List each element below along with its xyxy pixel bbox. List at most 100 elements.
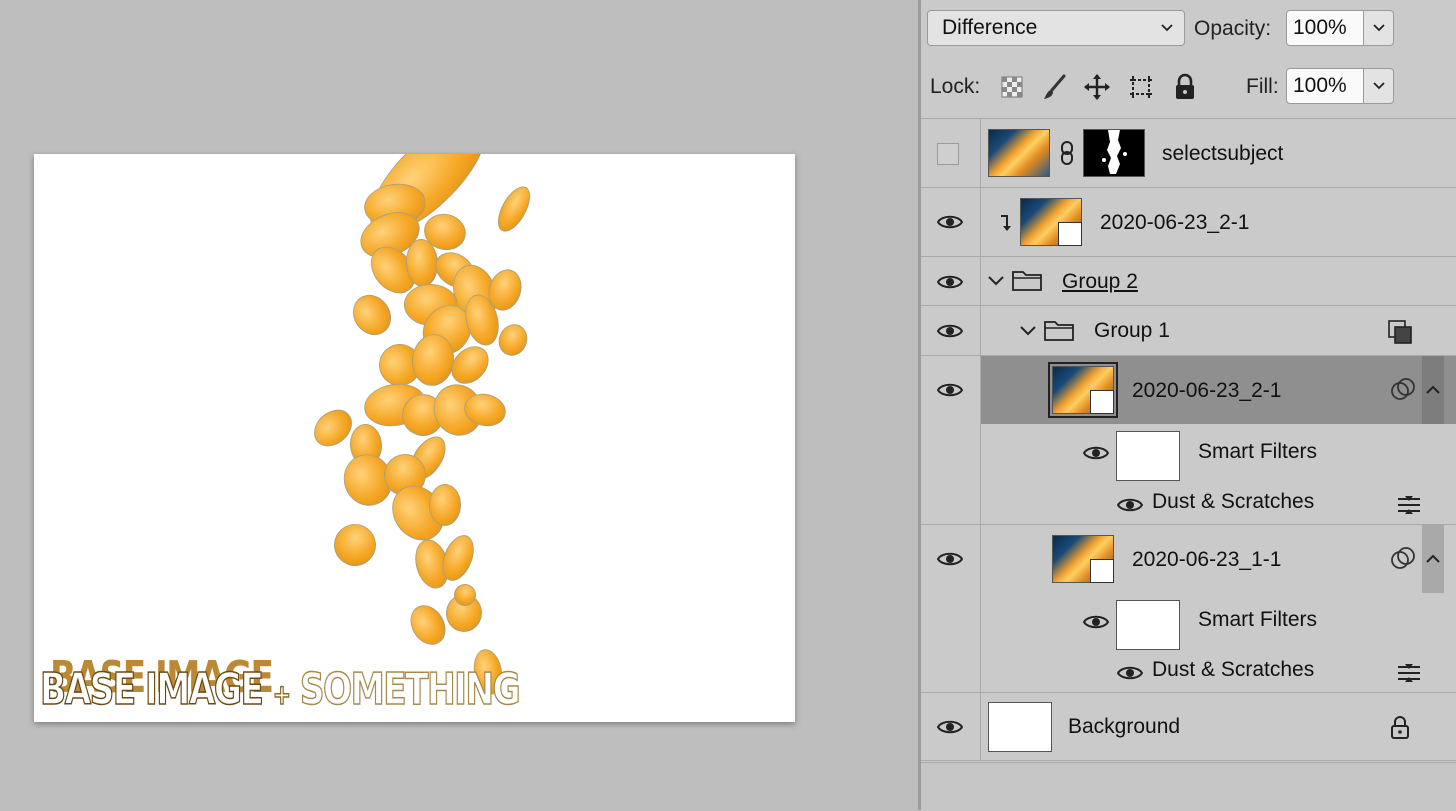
smart-filter-mask-thumbnail[interactable] xyxy=(1116,600,1180,650)
filter-options-icon[interactable] xyxy=(1396,492,1422,518)
chevron-down-icon xyxy=(1372,82,1385,90)
visibility-column xyxy=(921,306,981,355)
layer-name: Smart Filters xyxy=(1198,608,1318,631)
canvas-area[interactable]: BASE IMAGE BASE IMAGE + SOMETHING xyxy=(0,0,918,810)
eye-icon[interactable] xyxy=(937,381,963,399)
layer-row-2020-06-23-2-1-selected[interactable]: 2020-06-23_2-1 xyxy=(921,356,1456,424)
cornflake xyxy=(325,515,385,575)
eye-icon[interactable] xyxy=(1117,664,1143,682)
layers-panel-footer xyxy=(921,762,1456,811)
layer-thumbnail xyxy=(988,129,1050,177)
chevron-down-icon[interactable] xyxy=(1015,318,1041,344)
visibility-column xyxy=(921,356,981,424)
smart-object-icon xyxy=(1058,222,1082,246)
layer-thumbnail xyxy=(1020,198,1082,246)
layer-row-group-2[interactable]: Group 2 xyxy=(921,257,1456,306)
opacity-dropdown-button[interactable] xyxy=(1364,10,1394,46)
layer-row-selectsubject[interactable]: selectsubject xyxy=(921,119,1456,188)
layer-thumbnail xyxy=(988,702,1052,752)
document-canvas[interactable]: BASE IMAGE BASE IMAGE + SOMETHING xyxy=(34,154,795,722)
chevron-up-icon[interactable] xyxy=(1420,377,1446,403)
eye-icon[interactable] xyxy=(937,718,963,736)
layer-thumbnail xyxy=(1052,535,1114,583)
eye-icon[interactable] xyxy=(937,550,963,568)
filter-row-dust-scratches[interactable]: Dust & Scratches xyxy=(921,479,1456,525)
overlay-text-plus: + xyxy=(272,677,292,712)
lock-icon[interactable] xyxy=(1387,714,1413,740)
blend-if-icon xyxy=(1388,320,1412,344)
blend-mode-value: Difference xyxy=(942,16,1038,39)
smart-filter-icon xyxy=(1391,378,1415,400)
smart-filters-row[interactable]: Smart Filters xyxy=(921,424,1456,481)
lock-all-icon[interactable] xyxy=(1170,72,1200,102)
visibility-toggle-off[interactable] xyxy=(937,143,959,165)
layer-row-2020-06-23-2-1-clipped[interactable]: 2020-06-23_2-1 xyxy=(921,188,1456,257)
cornflake xyxy=(493,319,533,361)
layer-name: 2020-06-23_2-1 xyxy=(1100,211,1250,234)
cornflake xyxy=(403,598,453,652)
move-icon[interactable] xyxy=(1082,72,1112,102)
clipping-arrow-icon xyxy=(1001,215,1011,231)
opacity-field[interactable]: 100% xyxy=(1286,10,1364,46)
overlay-text-part2: SOMETHING xyxy=(299,663,521,716)
fill-label: Fill: xyxy=(1246,75,1279,98)
brush-icon[interactable] xyxy=(1040,72,1070,102)
layer-name: Dust & Scratches xyxy=(1152,490,1315,513)
blend-mode-select[interactable]: Difference xyxy=(927,10,1185,46)
eye-icon[interactable] xyxy=(1117,496,1143,514)
eye-icon[interactable] xyxy=(937,213,963,231)
chevron-down-icon[interactable] xyxy=(983,268,1009,294)
filter-options-icon[interactable] xyxy=(1396,660,1422,686)
layers-panel: Difference Opacity: 100% Lock: Fill: 100… xyxy=(921,0,1456,811)
visibility-column xyxy=(921,479,981,524)
chevron-down-icon xyxy=(1160,11,1174,58)
smart-filters-row[interactable]: Smart Filters xyxy=(921,593,1456,650)
cornflake xyxy=(345,287,399,343)
layer-mask-thumbnail[interactable] xyxy=(1083,129,1145,177)
layer-name: Group 1 xyxy=(1094,319,1170,342)
overlay-text-part1: BASE IMAGE xyxy=(39,663,264,716)
cornflake xyxy=(428,483,462,527)
layer-name: Dust & Scratches xyxy=(1152,658,1315,681)
lock-label: Lock: xyxy=(930,75,981,98)
smart-object-icon xyxy=(1090,559,1114,583)
eye-icon[interactable] xyxy=(1083,444,1109,462)
visibility-column xyxy=(921,647,981,692)
chevron-down-icon xyxy=(1372,24,1385,32)
layer-name: Smart Filters xyxy=(1198,440,1318,463)
visibility-column xyxy=(921,257,981,305)
folder-icon xyxy=(1044,321,1074,341)
visibility-column xyxy=(921,593,981,647)
visibility-column xyxy=(921,693,981,760)
eye-icon[interactable] xyxy=(1083,613,1109,631)
visibility-column xyxy=(921,119,981,187)
opacity-label: Opacity: xyxy=(1194,17,1272,40)
layer-name: Group 2 xyxy=(1062,270,1138,293)
layer-thumbnail-selected xyxy=(1048,362,1118,418)
layer-row-background[interactable]: Background xyxy=(921,693,1456,761)
fill-dropdown-button[interactable] xyxy=(1364,68,1394,104)
cornflake xyxy=(491,181,537,237)
eye-icon[interactable] xyxy=(937,273,963,291)
fill-field[interactable]: 100% xyxy=(1286,68,1364,104)
visibility-column xyxy=(921,525,981,593)
layers-panel-options: Difference Opacity: 100% Lock: Fill: 100… xyxy=(921,0,1456,119)
eye-icon[interactable] xyxy=(937,322,963,340)
smart-filter-icon xyxy=(1391,547,1415,569)
folder-icon xyxy=(1012,271,1042,291)
layer-row-2020-06-23-1-1[interactable]: 2020-06-23_1-1 xyxy=(921,525,1456,593)
smart-filter-mask-thumbnail[interactable] xyxy=(1116,431,1180,481)
lock-transparent-pixels-icon[interactable] xyxy=(997,72,1027,102)
overlay-text: BASE IMAGE + SOMETHING xyxy=(39,662,521,718)
chevron-up-icon[interactable] xyxy=(1420,546,1446,572)
layer-name: 2020-06-23_2-1 xyxy=(1132,379,1282,402)
filter-row-dust-scratches[interactable]: Dust & Scratches xyxy=(921,647,1456,693)
layer-row-group-1[interactable]: Group 1 xyxy=(921,306,1456,356)
layer-name: selectsubject xyxy=(1162,142,1284,165)
link-icon[interactable] xyxy=(1054,140,1080,166)
smart-object-icon xyxy=(1090,390,1114,414)
visibility-column xyxy=(921,188,981,256)
artboard-icon[interactable] xyxy=(1126,72,1156,102)
layer-name: 2020-06-23_1-1 xyxy=(1132,548,1282,571)
layer-name: Background xyxy=(1068,715,1181,738)
